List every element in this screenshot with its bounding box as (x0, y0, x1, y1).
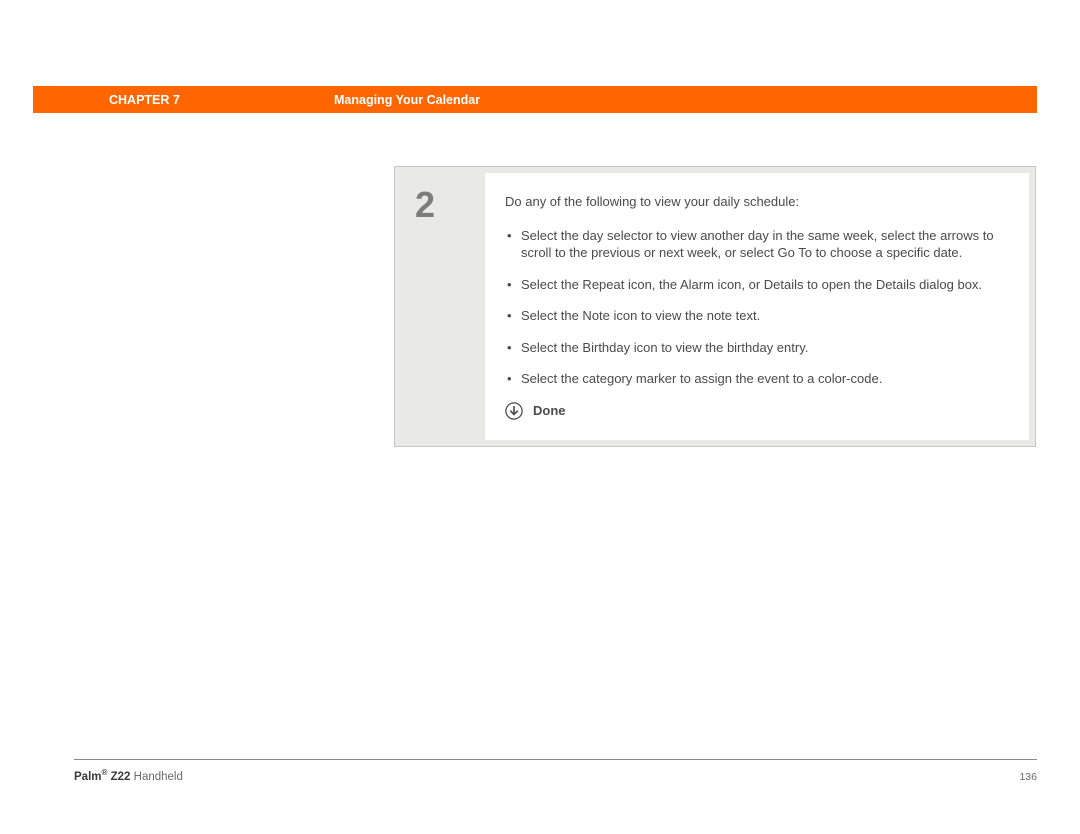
step-bullet: Select the Birthday icon to view the bir… (505, 339, 1003, 357)
product-name-bold: Palm® Z22 (74, 771, 130, 783)
chapter-header-bar: CHAPTER 7 Managing Your Calendar (33, 86, 1037, 113)
footer-rule (74, 759, 1037, 760)
step-bullet: Select the Repeat icon, the Alarm icon, … (505, 276, 1003, 294)
product-name-rest: Handheld (130, 771, 182, 783)
step-bullet: Select the day selector to view another … (505, 227, 1003, 262)
page-number: 136 (1019, 771, 1037, 783)
chapter-title: Managing Your Calendar (334, 93, 480, 107)
step-bullet: Select the Note icon to view the note te… (505, 307, 1003, 325)
document-page: CHAPTER 7 Managing Your Calendar 2 Do an… (0, 0, 1080, 834)
product-name: Palm® Z22 Handheld (74, 768, 183, 783)
step-inner: 2 Do any of the following to view your d… (401, 173, 1029, 440)
step-intro-text: Do any of the following to view your dai… (505, 193, 1003, 211)
step-body: Do any of the following to view your dai… (485, 173, 1029, 440)
done-label: Done (533, 402, 566, 420)
step-instruction-box: 2 Do any of the following to view your d… (394, 166, 1036, 447)
step-number: 2 (401, 173, 485, 440)
done-arrow-icon (505, 402, 523, 420)
step-bullet: Select the category marker to assign the… (505, 370, 1003, 388)
step-bullet-list: Select the day selector to view another … (505, 227, 1003, 388)
done-row: Done (505, 402, 1003, 420)
chapter-label: CHAPTER 7 (109, 93, 180, 107)
page-footer: Palm® Z22 Handheld 136 (74, 768, 1037, 783)
